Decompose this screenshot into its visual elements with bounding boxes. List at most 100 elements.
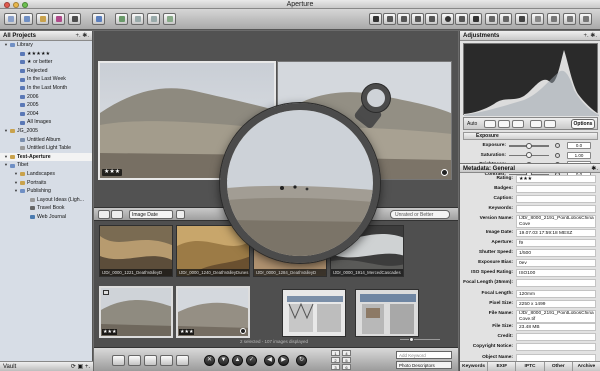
red-eye-button[interactable] xyxy=(530,120,542,128)
spot-patch-button[interactable] xyxy=(544,120,556,128)
slider-value-field[interactable]: 1.00 xyxy=(567,151,591,159)
pick-button[interactable] xyxy=(163,13,176,25)
sidebar-item[interactable]: ▼ Library xyxy=(0,41,92,50)
new-book-button[interactable] xyxy=(68,13,81,25)
metadata-header[interactable]: Metadata: General ✱. xyxy=(460,163,600,173)
white-balance-button[interactable] xyxy=(512,120,524,128)
sidebar-item[interactable]: Layout Ideas (Ligh... xyxy=(0,196,92,205)
sidebar-item[interactable]: ▼ Landscapes xyxy=(0,170,92,179)
view-as-list-button[interactable] xyxy=(111,210,123,219)
sidebar-item[interactable]: Travel Book xyxy=(0,204,92,213)
sidebar-item[interactable]: In the Last Week xyxy=(0,75,92,84)
disclosure-triangle-icon[interactable]: ▼ xyxy=(14,187,18,196)
rating-filter-field[interactable]: Unrated or Better xyxy=(390,210,450,219)
metadata-value-field[interactable] xyxy=(516,185,596,194)
sidebar-item[interactable]: Untitled Light Table xyxy=(0,144,92,153)
zoom-window-button[interactable] xyxy=(22,1,28,8)
sidebar-item[interactable]: ★ or better xyxy=(0,58,92,67)
filmstrip-button[interactable] xyxy=(160,355,173,366)
next-image-button[interactable]: ▶ xyxy=(278,355,289,366)
metadata-value-field[interactable] xyxy=(516,205,596,214)
thumbnail-selected[interactable]: ★★★ xyxy=(99,286,173,338)
thumbnail-size-slider[interactable] xyxy=(394,336,454,342)
sidebar-item[interactable]: 2006 xyxy=(0,93,92,102)
view-as-grid-button[interactable] xyxy=(98,210,110,219)
sort-select[interactable]: Image Date xyxy=(129,210,173,219)
sidebar-item[interactable]: Untitled Album xyxy=(0,136,92,145)
book-layout-button[interactable] xyxy=(563,13,576,25)
reject-button[interactable]: ✕ xyxy=(204,355,215,366)
crop-tool-button[interactable] xyxy=(397,13,410,25)
disclosure-triangle-icon[interactable]: ▼ xyxy=(14,179,18,188)
disclosure-triangle-icon[interactable]: ▼ xyxy=(4,41,8,50)
new-folder-button[interactable] xyxy=(20,13,33,25)
metadata-value-field[interactable] xyxy=(516,195,596,204)
metadata-value-field[interactable]: 23.48 MB xyxy=(516,323,596,332)
previous-image-button[interactable]: ◀ xyxy=(264,355,275,366)
show-viewer-button[interactable] xyxy=(112,355,125,366)
sidebar-item[interactable]: ★★★★★ xyxy=(0,50,92,59)
thumbnail[interactable] xyxy=(282,289,346,337)
thumbnail-selected[interactable]: ★★★ xyxy=(176,286,250,338)
metadata-value-field[interactable]: 120mm xyxy=(516,289,596,298)
sidebar-item[interactable]: ▼ JG_2005 xyxy=(0,127,92,136)
metadata-value-field[interactable] xyxy=(516,279,596,288)
keyword-button[interactable]: 3 xyxy=(331,364,340,370)
exposure-section-header[interactable]: Exposure xyxy=(463,132,598,140)
email-button[interactable] xyxy=(531,13,544,25)
metadata-value-field[interactable]: 19.07.03 17:59:18 MESZ xyxy=(516,228,596,237)
sort-order-button[interactable] xyxy=(176,210,185,219)
keyword-button[interactable]: 6 xyxy=(342,364,351,370)
rotate-left-button[interactable] xyxy=(131,13,144,25)
keyword-button[interactable]: 1 xyxy=(331,350,340,356)
thumbnail[interactable] xyxy=(355,289,419,337)
auto-levels-button[interactable] xyxy=(484,120,496,128)
metadata-value-field[interactable]: 1/500 xyxy=(516,249,596,258)
fullscreen-view-button[interactable] xyxy=(176,355,189,366)
sidebar-item[interactable]: ▼ Publishing xyxy=(0,187,92,196)
metadata-tab[interactable]: IPTC xyxy=(516,362,545,371)
metadata-value-field[interactable] xyxy=(516,333,596,342)
metadata-value-field[interactable]: 0ev xyxy=(516,259,596,268)
disclosure-triangle-icon[interactable]: ▼ xyxy=(4,153,8,162)
sidebar-item[interactable]: In the Last Month xyxy=(0,84,92,93)
rotate-right-button[interactable] xyxy=(147,13,160,25)
sidebar-item[interactable]: Web Journal xyxy=(0,213,92,222)
new-project-button[interactable] xyxy=(4,13,17,25)
lighttable-button[interactable] xyxy=(547,13,560,25)
add-keyword-field[interactable]: Add Keyword xyxy=(396,351,452,359)
select-button[interactable]: ✓ xyxy=(246,355,257,366)
keyword-button[interactable]: 4 xyxy=(342,350,351,356)
projects-panel-controls[interactable]: +. ✱. xyxy=(75,31,89,41)
eyedropper-button[interactable] xyxy=(498,120,510,128)
metadata-value-field[interactable]: 2250 x 1499 xyxy=(516,299,596,308)
loupe[interactable] xyxy=(220,103,380,263)
keyword-button[interactable]: 2 xyxy=(331,357,340,363)
metadata-value-field[interactable] xyxy=(516,343,596,352)
compare-button[interactable] xyxy=(515,13,528,25)
import-button[interactable] xyxy=(92,13,105,25)
options-button[interactable]: Options xyxy=(571,119,595,129)
reset-dot-icon[interactable] xyxy=(555,152,560,158)
thumbnail[interactable]: IJDr_0000_1221_DeathValleyD xyxy=(99,225,173,277)
metadata-value-field[interactable]: IJDr_8000_2191_PointLobosChina Cove xyxy=(516,215,596,229)
metadata-value-field[interactable]: ISO100 xyxy=(516,269,596,278)
metadata-tab[interactable]: EXIF xyxy=(488,362,517,371)
show-both-button[interactable] xyxy=(144,355,157,366)
decrease-rating-button[interactable]: ▼ xyxy=(218,355,229,366)
disclosure-triangle-icon[interactable]: ▼ xyxy=(4,161,8,170)
sidebar-item[interactable]: All Images xyxy=(0,118,92,127)
vault-controls[interactable]: ⟳ ▣ +. xyxy=(71,362,90,371)
reset-dot-icon[interactable] xyxy=(555,143,560,148)
rotate-tool-button[interactable] xyxy=(383,13,396,25)
close-window-button[interactable] xyxy=(4,1,10,8)
auto-levels-label[interactable]: Auto xyxy=(467,120,477,128)
new-smart-album-button[interactable] xyxy=(52,13,65,25)
show-browser-button[interactable] xyxy=(128,355,141,366)
metadata-tab[interactable]: Other xyxy=(545,362,573,371)
select-tool-button[interactable] xyxy=(369,13,382,25)
metadata-tab[interactable]: Keywords xyxy=(460,362,489,371)
sidebar-item[interactable]: ▼ Tibet xyxy=(0,161,92,170)
metadata-value-field[interactable]: IJDr_8000_2191_PointLobosChina Cove.tif xyxy=(516,309,596,323)
keyword-button[interactable]: 5 xyxy=(342,357,351,363)
